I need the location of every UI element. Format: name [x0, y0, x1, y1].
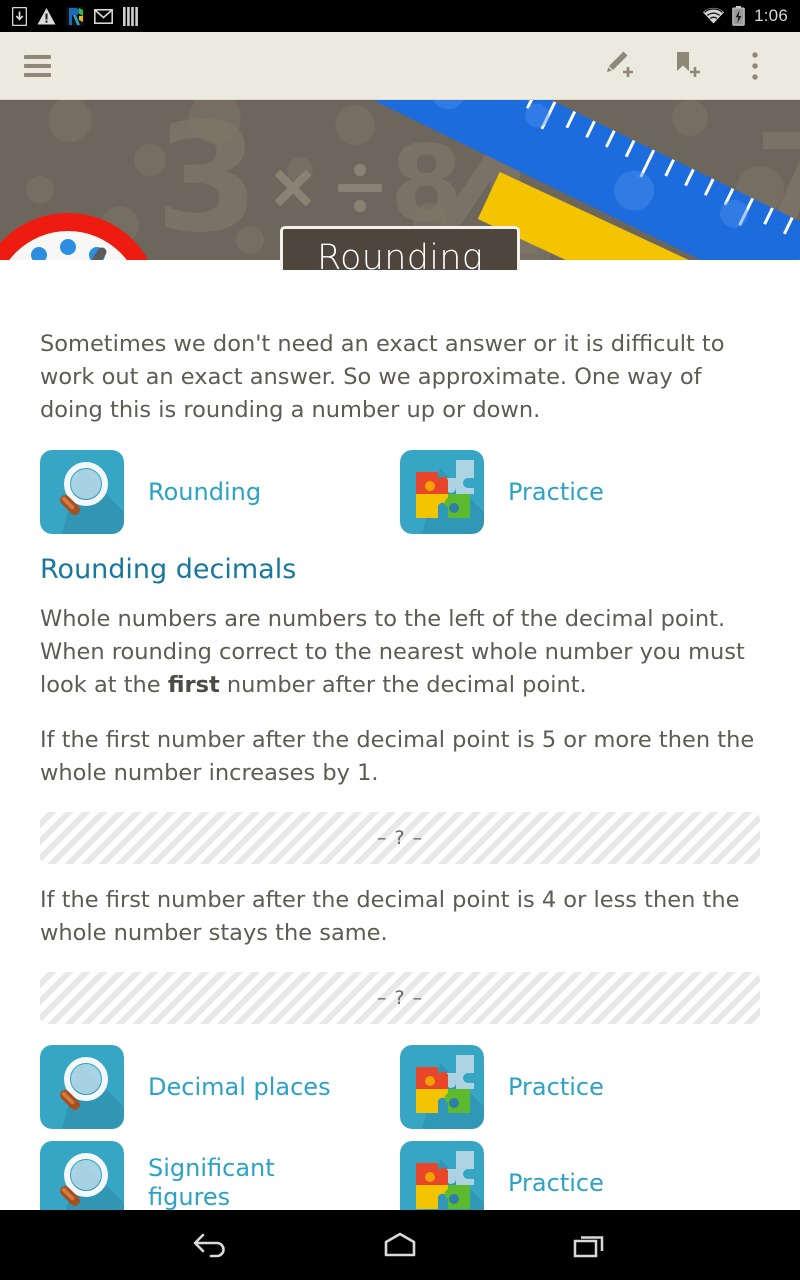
app-r-icon [66, 6, 84, 26]
link-row-1: Rounding Practice [40, 449, 760, 535]
page-title: Rounding [316, 238, 484, 270]
link-item-rounding[interactable]: Rounding [40, 449, 400, 535]
intro-paragraph: Sometimes we don't need an exact answer … [40, 331, 725, 423]
link-item-practice-2[interactable]: Practice [400, 1044, 760, 1130]
bookmark-plus-icon [677, 51, 700, 77]
battery-charging-icon [732, 6, 745, 26]
magnifier-icon [40, 450, 124, 534]
paragraph-5-or-more: If the first number after the decimal po… [40, 727, 755, 786]
hamburger-menu-icon[interactable] [20, 44, 64, 88]
link-row-2: Decimal places Practice [40, 1044, 760, 1130]
status-bar-notification-icons [12, 6, 702, 26]
link-label: Practice [508, 1072, 604, 1101]
puzzle-icon [400, 450, 484, 534]
lesson-content: Sometimes we don't need an exact answer … [0, 270, 800, 1210]
home-icon [384, 1232, 416, 1257]
paragraph-4-or-less: If the first number after the decimal po… [40, 887, 740, 946]
link-label: Rounding [148, 477, 262, 506]
recents-button[interactable] [554, 1215, 626, 1275]
android-screen: 1:06 3 8 4 7 Rounding Sometimes we don't… [0, 0, 800, 1280]
link-row-3: Significant figures Practice [40, 1140, 760, 1210]
link-item-practice-3[interactable]: Practice [400, 1140, 760, 1210]
hamburger-line [24, 54, 51, 59]
warning-icon [37, 8, 56, 25]
link-label: Practice [508, 1168, 604, 1197]
topic-banner: 3 8 4 7 Rounding [0, 100, 800, 270]
wifi-icon [703, 7, 725, 24]
placeholder-box-2[interactable]: – ? – [40, 972, 760, 1024]
add-note-button[interactable] [598, 44, 640, 88]
status-bar-clock: 1:06 [754, 6, 788, 25]
pencil-plus-icon [607, 51, 633, 77]
placeholder-text: – ? – [376, 987, 424, 1009]
app-toolbar [0, 32, 800, 100]
placeholder-text: – ? – [376, 827, 424, 849]
placeholder-box-1[interactable]: – ? – [40, 812, 760, 864]
bars-icon [123, 6, 138, 26]
back-button[interactable] [174, 1215, 246, 1275]
add-bookmark-button[interactable] [666, 44, 708, 88]
download-icon [12, 6, 27, 26]
status-bar: 1:06 [0, 0, 800, 32]
link-label: Decimal places [148, 1072, 331, 1101]
link-item-decimal-places[interactable]: Decimal places [40, 1044, 400, 1130]
recents-icon [573, 1236, 604, 1258]
banner-title-chip: Rounding [280, 226, 520, 270]
status-bar-system-icons: 1:06 [702, 6, 788, 26]
overflow-menu-button[interactable] [734, 44, 776, 88]
link-item-practice-1[interactable]: Practice [400, 449, 760, 535]
app-toolbar-actions [598, 44, 780, 88]
paragraph-whole-numbers-bold: first [167, 672, 220, 698]
overflow-menu-icon [752, 51, 758, 80]
paragraph-whole-numbers: Whole numbers are numbers to the left of… [40, 603, 760, 702]
link-label: Significant figures [148, 1154, 275, 1210]
back-arrow-icon [193, 1233, 225, 1258]
hamburger-line [24, 63, 51, 68]
puzzle-icon [400, 1141, 484, 1210]
section-heading: Rounding decimals [40, 554, 297, 585]
link-label: Practice [508, 477, 604, 506]
gmail-icon [94, 8, 113, 24]
magnifier-icon [40, 1045, 124, 1129]
svg-text:3: 3 [155, 100, 259, 266]
magnifier-icon [40, 1141, 124, 1210]
android-navigation-bar [0, 1210, 800, 1280]
link-item-significant-figures[interactable]: Significant figures [40, 1140, 400, 1210]
puzzle-icon [400, 1045, 484, 1129]
home-button[interactable] [364, 1215, 436, 1275]
paragraph-whole-numbers-post: number after the decimal point. [219, 672, 587, 698]
hamburger-line [24, 72, 51, 77]
